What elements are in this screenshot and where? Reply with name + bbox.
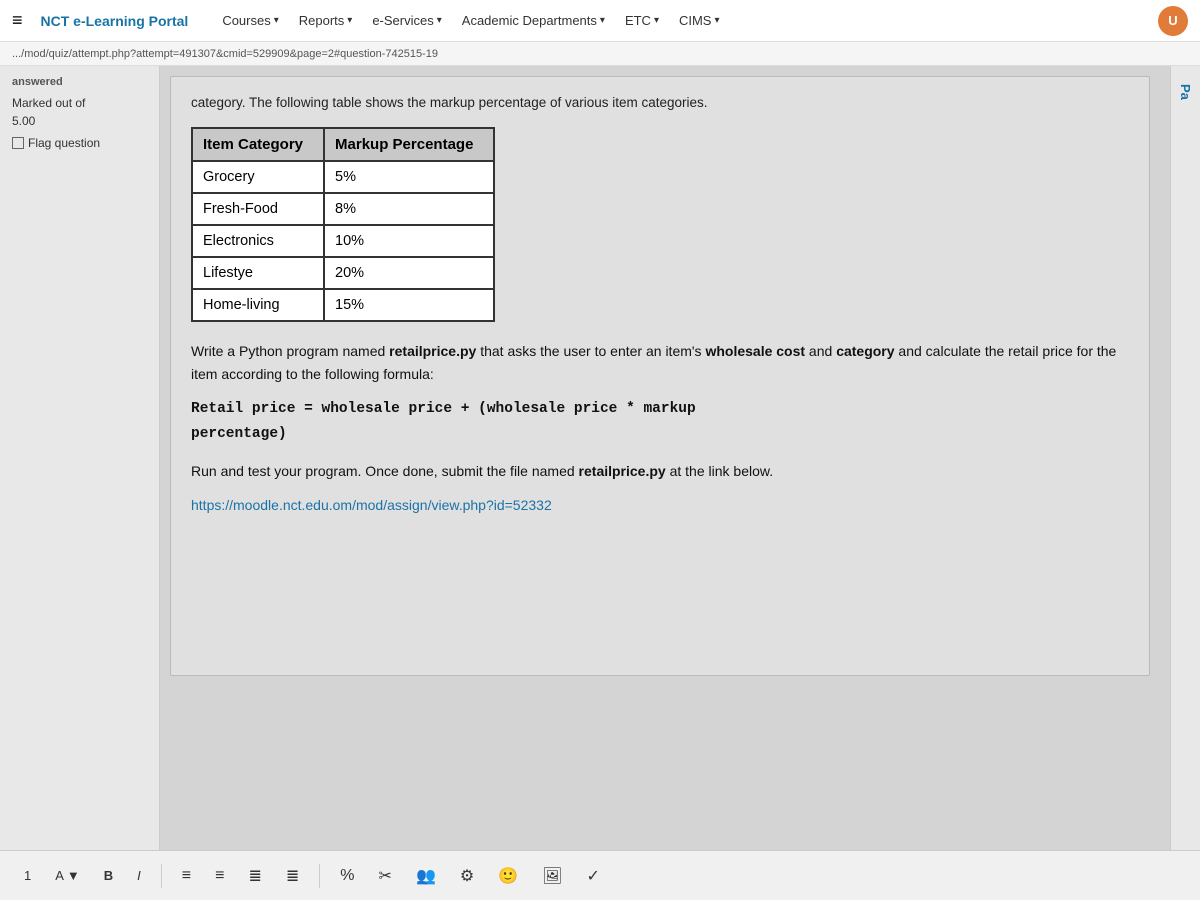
answered-label: answered xyxy=(12,76,147,88)
font-size-control[interactable]: 1 xyxy=(16,864,39,887)
table-cell-markup: 5% xyxy=(324,161,494,193)
table-row: Fresh-Food8% xyxy=(192,193,494,225)
desc-text-2: that asks the user to enter an item's xyxy=(476,343,705,359)
toolbar-separator-2 xyxy=(319,864,320,888)
bottom-toolbar: 1 A ▼ B I ≡ ≡ ≣ ≣ % ✂ 👥 ⚙ 🙂 🖼 ✓ xyxy=(0,850,1200,900)
avatar[interactable]: U xyxy=(1158,6,1188,36)
font-family-button[interactable]: A ▼ xyxy=(47,864,88,887)
reports-arrow-icon: ▾ xyxy=(347,15,352,26)
checkmark-icon: ✓ xyxy=(586,866,599,886)
right-strip: Pa xyxy=(1170,66,1200,900)
font-family-label: A xyxy=(55,868,64,883)
program-name: retailprice.py xyxy=(389,343,476,359)
wholesale-cost-label: wholesale cost xyxy=(705,343,805,359)
nav-courses[interactable]: Courses ▾ xyxy=(214,9,286,32)
emoji-icon: 🙂 xyxy=(498,866,518,886)
content-area: category. The following table shows the … xyxy=(160,66,1170,900)
navbar-right: U xyxy=(1158,6,1188,36)
table-cell-category: Lifestye xyxy=(192,257,324,289)
ordered-list-button[interactable]: ≡ xyxy=(207,863,232,889)
italic-button[interactable]: I xyxy=(129,864,149,887)
indent-increase-icon: ≣ xyxy=(286,866,299,886)
percentage-button[interactable]: % xyxy=(332,863,362,889)
nav-etc[interactable]: ETC ▾ xyxy=(617,9,667,32)
main-nav: Courses ▾ Reports ▾ e-Services ▾ Academi… xyxy=(214,9,727,32)
flag-question-button[interactable]: Flag question xyxy=(12,136,147,150)
etc-arrow-icon: ▾ xyxy=(654,15,659,26)
table-row: Electronics10% xyxy=(192,225,494,257)
run-text-2: at the link below. xyxy=(666,463,773,479)
table-row: Home-living15% xyxy=(192,289,494,321)
people-button[interactable]: 👥 xyxy=(408,862,444,890)
main-layout: answered Marked out of 5.00 Flag questio… xyxy=(0,66,1200,900)
url-text: .../mod/quiz/attempt.php?attempt=491307&… xyxy=(12,48,438,60)
indent-increase-button[interactable]: ≣ xyxy=(278,862,307,890)
hamburger-menu-icon[interactable]: ≡ xyxy=(12,10,23,31)
pa-label: Pa xyxy=(1174,76,1197,108)
formula-block: Retail price = wholesale price + (wholes… xyxy=(191,397,1129,446)
ordered-list-icon: ≡ xyxy=(215,867,224,885)
formula-line-1: Retail price = wholesale price + (wholes… xyxy=(191,397,1129,422)
italic-icon: I xyxy=(137,868,141,883)
table-cell-markup: 20% xyxy=(324,257,494,289)
scissors-icon: ✂ xyxy=(379,866,392,886)
table-cell-category: Fresh-Food xyxy=(192,193,324,225)
checkmark-button[interactable]: ✓ xyxy=(578,862,607,890)
font-family-arrow-icon: ▼ xyxy=(67,868,80,883)
settings-button[interactable]: ⚙ xyxy=(452,862,482,890)
desc-text-1: Write a Python program named xyxy=(191,343,389,359)
marked-out-of-label: Marked out of xyxy=(12,96,147,110)
settings-icon: ⚙ xyxy=(460,866,474,886)
table-cell-category: Electronics xyxy=(192,225,324,257)
question-box: category. The following table shows the … xyxy=(170,76,1150,676)
table-cell-category: Home-living xyxy=(192,289,324,321)
markup-table: Item Category Markup Percentage Grocery5… xyxy=(191,127,495,322)
table-row: Grocery5% xyxy=(192,161,494,193)
eservices-arrow-icon: ▾ xyxy=(437,15,442,26)
table-cell-category: Grocery xyxy=(192,161,324,193)
category-label: category xyxy=(836,343,894,359)
table-header-category: Item Category xyxy=(192,128,324,161)
run-filename: retailprice.py xyxy=(579,463,666,479)
nav-eservices[interactable]: e-Services ▾ xyxy=(364,9,449,32)
people-icon: 👥 xyxy=(416,866,436,886)
courses-arrow-icon: ▾ xyxy=(274,15,279,26)
indent-decrease-icon: ≣ xyxy=(248,866,261,886)
scissors-button[interactable]: ✂ xyxy=(371,862,400,890)
flag-checkbox-icon[interactable] xyxy=(12,137,24,149)
submit-link[interactable]: https://moodle.nct.edu.om/mod/assign/vie… xyxy=(191,497,1129,513)
nav-cims[interactable]: CIMS ▾ xyxy=(671,9,728,32)
bold-icon: B xyxy=(104,868,113,883)
sidebar: answered Marked out of 5.00 Flag questio… xyxy=(0,66,160,900)
unordered-list-icon: ≡ xyxy=(182,867,191,885)
percentage-icon: % xyxy=(340,867,354,885)
table-cell-markup: 10% xyxy=(324,225,494,257)
table-cell-markup: 8% xyxy=(324,193,494,225)
table-header-markup: Markup Percentage xyxy=(324,128,494,161)
bold-button[interactable]: B xyxy=(96,864,121,887)
address-bar: .../mod/quiz/attempt.php?attempt=491307&… xyxy=(0,42,1200,66)
nav-academic[interactable]: Academic Departments ▾ xyxy=(454,9,613,32)
navbar: ≡ NCT e-Learning Portal Courses ▾ Report… xyxy=(0,0,1200,42)
image-icon: 🖼 xyxy=(542,866,562,886)
image-button[interactable]: 🖼 xyxy=(534,862,570,890)
table-cell-markup: 15% xyxy=(324,289,494,321)
run-text-paragraph: Run and test your program. Once done, su… xyxy=(191,460,1129,482)
run-text-1: Run and test your program. Once done, su… xyxy=(191,463,579,479)
score-value: 5.00 xyxy=(12,114,147,128)
brand-logo: NCT e-Learning Portal xyxy=(41,13,189,29)
cims-arrow-icon: ▾ xyxy=(714,15,719,26)
academic-arrow-icon: ▾ xyxy=(600,15,605,26)
indent-decrease-button[interactable]: ≣ xyxy=(240,862,269,890)
table-row: Lifestye20% xyxy=(192,257,494,289)
unordered-list-button[interactable]: ≡ xyxy=(174,863,199,889)
intro-text: category. The following table shows the … xyxy=(191,93,1129,113)
formula-line-2: percentage) xyxy=(191,422,1129,447)
flag-question-label: Flag question xyxy=(28,136,100,150)
toolbar-separator-1 xyxy=(161,864,162,888)
emoji-button[interactable]: 🙂 xyxy=(490,862,526,890)
description-paragraph: Write a Python program named retailprice… xyxy=(191,340,1129,385)
nav-reports[interactable]: Reports ▾ xyxy=(291,9,361,32)
and-text: and xyxy=(805,343,836,359)
